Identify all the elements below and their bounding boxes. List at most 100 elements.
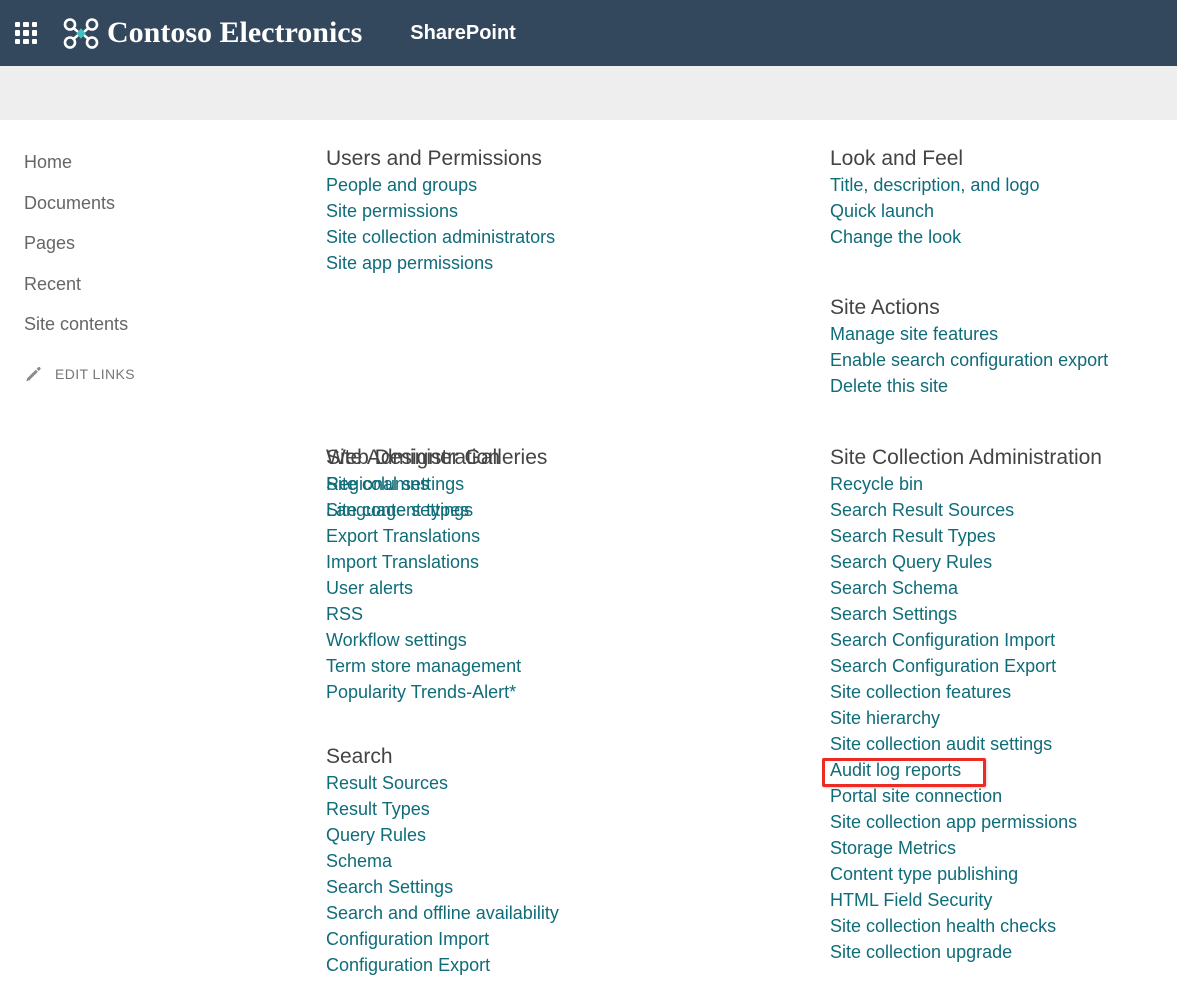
list-item: Enable search configuration export	[830, 347, 1108, 373]
waffle-dot	[32, 39, 37, 44]
list-item: Query Rules	[326, 822, 559, 848]
settings-link-user-alerts[interactable]: User alerts	[326, 575, 521, 601]
search-heading: Search	[326, 744, 559, 770]
list-item: Site collection audit settings	[830, 731, 1102, 757]
sidebar-item-home[interactable]: Home	[24, 142, 294, 183]
sidebar-item-documents[interactable]: Documents	[24, 183, 294, 224]
settings-link-portal-site-connection[interactable]: Portal site connection	[830, 783, 1102, 809]
settings-link-result-sources[interactable]: Result Sources	[326, 770, 559, 796]
settings-link-search-schema[interactable]: Search Schema	[830, 575, 1102, 601]
settings-link-content-type-publishing[interactable]: Content type publishing	[830, 861, 1102, 887]
settings-link-site-collection-features[interactable]: Site collection features	[830, 679, 1102, 705]
settings-link-schema[interactable]: Schema	[326, 848, 559, 874]
sidebar-item-recent[interactable]: Recent	[24, 264, 294, 305]
settings-group-site-actions: Site Actions Manage site features Enable…	[830, 295, 1108, 399]
settings-link-configuration-import[interactable]: Configuration Import	[326, 926, 559, 952]
site-administration-heading: Site Administration	[326, 445, 521, 471]
settings-link-quick-launch[interactable]: Quick launch	[830, 198, 1039, 224]
settings-link-site-collection-health-checks[interactable]: Site collection health checks	[830, 913, 1102, 939]
edit-links-button[interactable]: EDIT LINKS	[24, 365, 294, 383]
group-link-list: People and groups Site permissions Site …	[326, 172, 555, 276]
settings-link-rss[interactable]: RSS	[326, 601, 521, 627]
settings-link-search-configuration-import[interactable]: Search Configuration Import	[830, 627, 1102, 653]
group-link-list: Regional settings Language settings Expo…	[326, 471, 521, 705]
settings-link-search-result-types[interactable]: Search Result Types	[830, 523, 1102, 549]
suite-header-bar: Contoso Electronics SharePoint	[0, 0, 1177, 66]
list-item: Search and offline availability	[326, 900, 559, 926]
list-item: Schema	[326, 848, 559, 874]
settings-link-result-types[interactable]: Result Types	[326, 796, 559, 822]
list-item: Site app permissions	[326, 250, 555, 276]
list-item: Site collection health checks	[830, 913, 1102, 939]
settings-link-popularity-trends-alert[interactable]: Popularity Trends-Alert*	[326, 679, 521, 705]
settings-link-site-collection-upgrade[interactable]: Site collection upgrade	[830, 939, 1102, 965]
settings-link-search-and-offline-availability[interactable]: Search and offline availability	[326, 900, 559, 926]
list-item: Import Translations	[326, 549, 521, 575]
settings-link-export-translations[interactable]: Export Translations	[326, 523, 521, 549]
list-item: Site hierarchy	[830, 705, 1102, 731]
settings-link-audit-log-reports[interactable]: Audit log reports	[830, 757, 1102, 783]
settings-link-delete-this-site[interactable]: Delete this site	[830, 373, 1108, 399]
group-link-list: Manage site features Enable search confi…	[830, 321, 1108, 399]
list-item: Export Translations	[326, 523, 521, 549]
list-item: Search Configuration Import	[830, 627, 1102, 653]
settings-link-storage-metrics[interactable]: Storage Metrics	[830, 835, 1102, 861]
settings-link-workflow-settings[interactable]: Workflow settings	[326, 627, 521, 653]
waffle-dot	[32, 22, 37, 27]
settings-link-site-permissions[interactable]: Site permissions	[326, 198, 555, 224]
settings-link-regional-settings[interactable]: Regional settings	[326, 471, 521, 497]
settings-link-search-settings-sca[interactable]: Search Settings	[830, 601, 1102, 627]
settings-link-site-collection-administrators[interactable]: Site collection administrators	[326, 224, 555, 250]
list-item: Search Query Rules	[830, 549, 1102, 575]
settings-link-site-collection-audit-settings[interactable]: Site collection audit settings	[830, 731, 1102, 757]
settings-link-import-translations[interactable]: Import Translations	[326, 549, 521, 575]
list-item: Title, description, and logo	[830, 172, 1039, 198]
list-item: Configuration Export	[326, 952, 559, 978]
app-launcher-waffle-icon[interactable]	[15, 22, 37, 44]
site-actions-heading: Site Actions	[830, 295, 1108, 321]
list-item: Search Result Types	[830, 523, 1102, 549]
group-heading: Users and Permissions	[326, 146, 555, 172]
settings-link-search-configuration-export[interactable]: Search Configuration Export	[830, 653, 1102, 679]
sidebar-item-site-contents[interactable]: Site contents	[24, 304, 294, 345]
contoso-drone-logo-icon	[63, 17, 99, 50]
settings-link-search-query-rules[interactable]: Search Query Rules	[830, 549, 1102, 575]
list-item: Delete this site	[830, 373, 1108, 399]
settings-link-manage-site-features[interactable]: Manage site features	[830, 321, 1108, 347]
settings-group-look-and-feel: Look and Feel Title, description, and lo…	[830, 146, 1039, 250]
list-item: User alerts	[326, 575, 521, 601]
settings-link-site-hierarchy[interactable]: Site hierarchy	[830, 705, 1102, 731]
settings-link-recycle-bin[interactable]: Recycle bin	[830, 471, 1102, 497]
list-item: Change the look	[830, 224, 1039, 250]
list-item: Configuration Import	[326, 926, 559, 952]
settings-link-query-rules[interactable]: Query Rules	[326, 822, 559, 848]
pencil-icon	[24, 365, 42, 383]
brand-home-link[interactable]: Contoso Electronics	[63, 16, 362, 50]
site-command-bar	[0, 66, 1177, 120]
settings-link-search-result-sources[interactable]: Search Result Sources	[830, 497, 1102, 523]
settings-link-configuration-export[interactable]: Configuration Export	[326, 952, 559, 978]
sidebar-item-pages[interactable]: Pages	[24, 223, 294, 264]
sharepoint-app-link[interactable]: SharePoint	[410, 22, 516, 45]
settings-link-title-description-and-logo[interactable]: Title, description, and logo	[830, 172, 1039, 198]
group-link-list: Result Sources Result Types Query Rules …	[326, 770, 559, 978]
settings-link-term-store-management[interactable]: Term store management	[326, 653, 521, 679]
waffle-dot	[15, 22, 20, 27]
list-item: Storage Metrics	[830, 835, 1102, 861]
site-settings-page: Home Documents Pages Recent Site content…	[0, 120, 1177, 992]
list-item: Search Result Sources	[830, 497, 1102, 523]
settings-group-users-and-permissions: Users and Permissions People and groups …	[326, 146, 555, 276]
settings-link-enable-search-configuration-export[interactable]: Enable search configuration export	[830, 347, 1108, 373]
settings-link-html-field-security[interactable]: HTML Field Security	[830, 887, 1102, 913]
settings-link-people-and-groups[interactable]: People and groups	[326, 172, 555, 198]
settings-link-site-app-permissions[interactable]: Site app permissions	[326, 250, 555, 276]
list-item: Search Settings	[830, 601, 1102, 627]
list-item: Popularity Trends-Alert*	[326, 679, 521, 705]
settings-link-change-the-look[interactable]: Change the look	[830, 224, 1039, 250]
settings-link-site-collection-app-permissions[interactable]: Site collection app permissions	[830, 809, 1102, 835]
waffle-dot	[23, 39, 28, 44]
settings-link-language-settings[interactable]: Language settings	[326, 497, 521, 523]
list-item: Result Types	[326, 796, 559, 822]
settings-link-search-settings[interactable]: Search Settings	[326, 874, 559, 900]
list-item: Term store management	[326, 653, 521, 679]
